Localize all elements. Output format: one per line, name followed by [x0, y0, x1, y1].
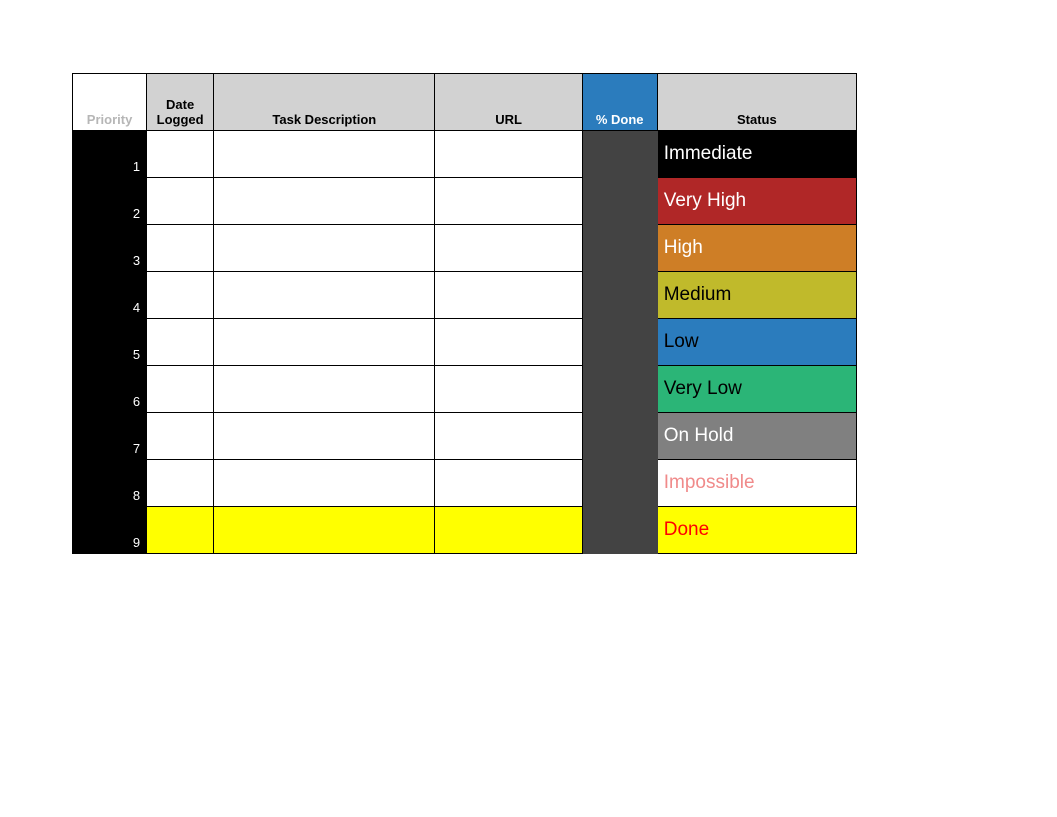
cell-status[interactable]: Low — [657, 319, 856, 366]
cell-task-description[interactable] — [214, 131, 435, 178]
cell-task-description[interactable] — [214, 225, 435, 272]
cell-percent-done[interactable] — [582, 507, 657, 554]
cell-task-description[interactable] — [214, 507, 435, 554]
cell-url[interactable] — [435, 272, 582, 319]
cell-url[interactable] — [435, 460, 582, 507]
cell-date-logged[interactable] — [147, 178, 214, 225]
cell-url[interactable] — [435, 366, 582, 413]
cell-url[interactable] — [435, 413, 582, 460]
cell-priority[interactable]: 4 — [73, 272, 147, 319]
cell-date-logged[interactable] — [147, 507, 214, 554]
cell-percent-done[interactable] — [582, 131, 657, 178]
cell-task-description[interactable] — [214, 319, 435, 366]
table-row: 8 Impossible — [73, 460, 857, 507]
cell-status[interactable]: Medium — [657, 272, 856, 319]
cell-date-logged[interactable] — [147, 366, 214, 413]
cell-date-logged[interactable] — [147, 272, 214, 319]
cell-status[interactable]: On Hold — [657, 413, 856, 460]
cell-percent-done[interactable] — [582, 460, 657, 507]
cell-percent-done[interactable] — [582, 178, 657, 225]
cell-date-logged[interactable] — [147, 225, 214, 272]
header-status: Status — [657, 74, 856, 131]
header-priority: Priority — [73, 74, 147, 131]
cell-status[interactable]: High — [657, 225, 856, 272]
cell-date-logged[interactable] — [147, 131, 214, 178]
header-task-description: Task Description — [214, 74, 435, 131]
cell-date-logged[interactable] — [147, 460, 214, 507]
header-date-logged: Date Logged — [147, 74, 214, 131]
table-row: 1 Immediate — [73, 131, 857, 178]
cell-task-description[interactable] — [214, 460, 435, 507]
cell-date-logged[interactable] — [147, 413, 214, 460]
cell-priority[interactable]: 5 — [73, 319, 147, 366]
cell-priority[interactable]: 8 — [73, 460, 147, 507]
table-row: 4 Medium — [73, 272, 857, 319]
table-row: 5 Low — [73, 319, 857, 366]
table-row: 9 Done — [73, 507, 857, 554]
cell-priority[interactable]: 6 — [73, 366, 147, 413]
cell-status[interactable]: Very High — [657, 178, 856, 225]
table-row: 3 High — [73, 225, 857, 272]
cell-status[interactable]: Impossible — [657, 460, 856, 507]
cell-url[interactable] — [435, 507, 582, 554]
cell-priority[interactable]: 1 — [73, 131, 147, 178]
cell-percent-done[interactable] — [582, 413, 657, 460]
table-row: 6 Very Low — [73, 366, 857, 413]
cell-percent-done[interactable] — [582, 272, 657, 319]
cell-task-description[interactable] — [214, 272, 435, 319]
cell-percent-done[interactable] — [582, 225, 657, 272]
cell-task-description[interactable] — [214, 413, 435, 460]
cell-priority[interactable]: 3 — [73, 225, 147, 272]
cell-date-logged[interactable] — [147, 319, 214, 366]
cell-percent-done[interactable] — [582, 366, 657, 413]
cell-priority[interactable]: 7 — [73, 413, 147, 460]
cell-task-description[interactable] — [214, 178, 435, 225]
header-percent-done: % Done — [582, 74, 657, 131]
task-table: Priority Date Logged Task Description UR… — [72, 73, 857, 554]
cell-url[interactable] — [435, 319, 582, 366]
table-row: 2 Very High — [73, 178, 857, 225]
cell-status[interactable]: Immediate — [657, 131, 856, 178]
cell-url[interactable] — [435, 225, 582, 272]
cell-priority[interactable]: 2 — [73, 178, 147, 225]
header-url: URL — [435, 74, 582, 131]
table-row: 7 On Hold — [73, 413, 857, 460]
cell-url[interactable] — [435, 178, 582, 225]
cell-status[interactable]: Done — [657, 507, 856, 554]
cell-priority[interactable]: 9 — [73, 507, 147, 554]
table-header-row: Priority Date Logged Task Description UR… — [73, 74, 857, 131]
cell-percent-done[interactable] — [582, 319, 657, 366]
cell-status[interactable]: Very Low — [657, 366, 856, 413]
cell-url[interactable] — [435, 131, 582, 178]
cell-task-description[interactable] — [214, 366, 435, 413]
